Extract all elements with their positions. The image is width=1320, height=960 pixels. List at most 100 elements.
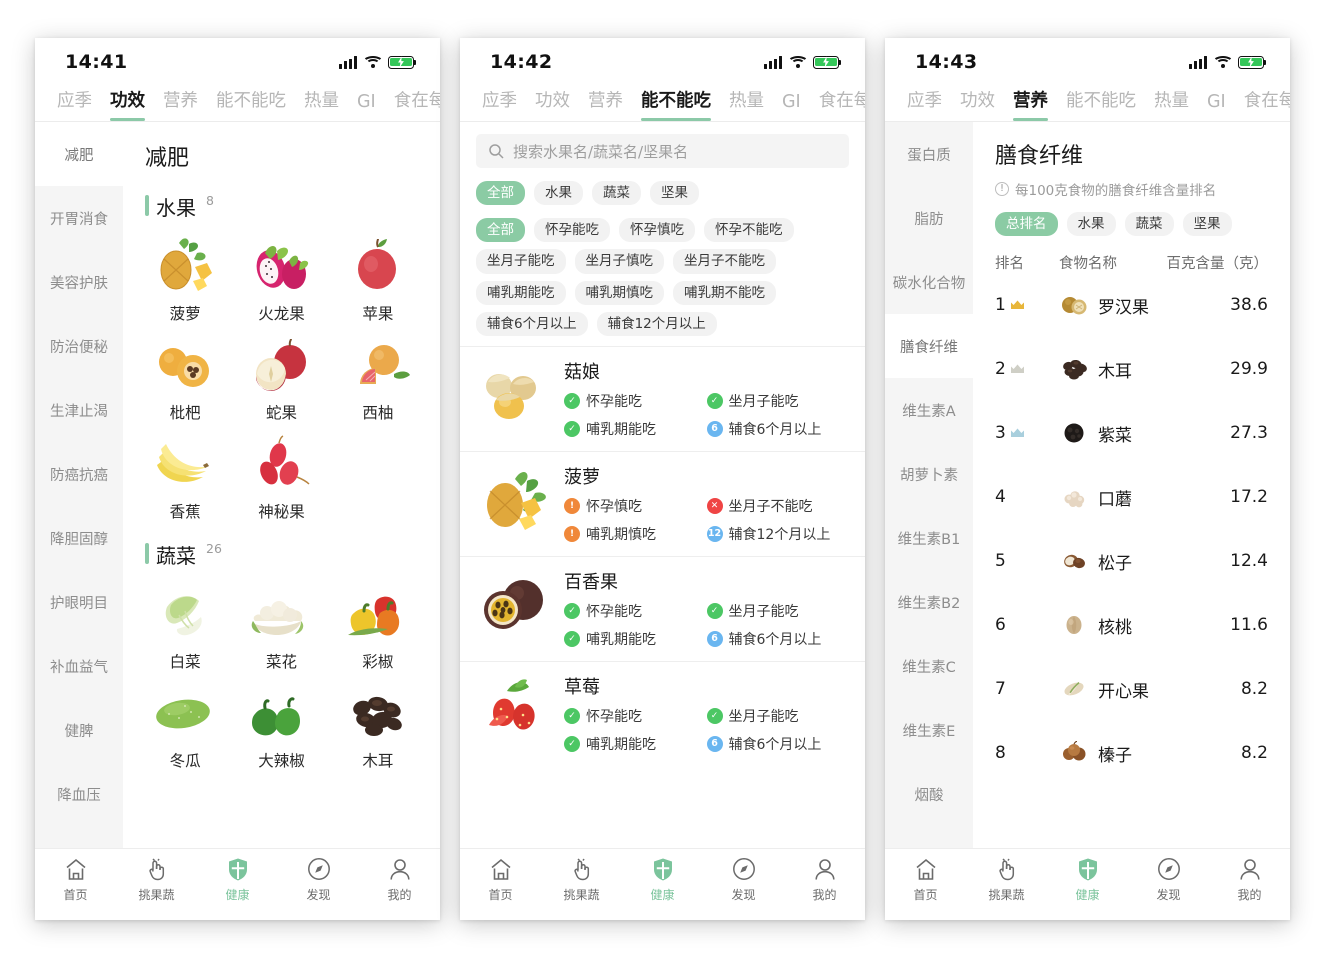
nav-item-discover[interactable]: 发现 [278,856,359,920]
chip-condition-pregnant-caution[interactable]: 怀孕慎吃 [619,218,695,243]
food-card[interactable]: 百香果 ✓ 怀孕能吃 ✓ 坐月子能吃 ✓ 哺乳期能吃 6 辅食6个月以上 [460,555,865,661]
grid-item[interactable]: 菠萝 [137,229,233,328]
tab-nengbunengchi[interactable]: 能不能吃 [1066,87,1136,121]
table-row[interactable]: 7 开心果 8.2 [973,657,1290,721]
category-chip-row[interactable]: 全部 水果 蔬菜 坚果 [460,176,865,206]
bottom-nav-bar[interactable]: 首页 挑果蔬 健康 发现 我的 [460,848,865,920]
tab-nengbunengchi[interactable]: 能不能吃 [216,87,286,121]
nav-item-profile[interactable]: 我的 [1209,856,1290,920]
tab-reliang[interactable]: 热量 [1154,87,1189,121]
nav-item-profile[interactable]: 我的 [359,856,440,920]
sidebar-item-vitamin-a[interactable]: 维生素A [885,378,973,442]
chip-vegetable[interactable]: 蔬菜 [1124,212,1174,237]
grid-item[interactable]: 菜花 [233,577,329,676]
grid-item[interactable]: 香蕉 [137,427,233,526]
ranking-chip-row[interactable]: 总排名 水果 蔬菜 坚果 [973,199,1290,237]
tab-gi[interactable]: GI [782,92,801,121]
sidebar-item-shengjinzhike[interactable]: 生津止渴 [35,378,123,442]
chip-condition-all[interactable]: 全部 [476,218,525,243]
chip-category-nut[interactable]: 坚果 [650,181,699,206]
chip-condition-postpartum-caution[interactable]: 坐月子慎吃 [574,249,664,274]
sidebar-item-huyanmingmu[interactable]: 护眼明目 [35,570,123,634]
tab-gi[interactable]: GI [357,92,376,121]
bottom-nav-bar[interactable]: 首页 挑果蔬 健康 发现 我的 [885,848,1290,920]
sidebar-item-jiangxueya[interactable]: 降血压 [35,762,123,826]
sidebar-item-vitamin-e[interactable]: 维生素E [885,698,973,762]
tab-gongxiao[interactable]: 功效 [110,87,145,121]
tab-shizaimeiri[interactable]: 食在每日 [394,87,440,121]
sidebar-item-fangzhibianmi[interactable]: 防治便秘 [35,314,123,378]
sidebar-item-carbohydrate[interactable]: 碳水化合物 [885,250,973,314]
search-bar[interactable]: 搜索水果名/蔬菜名/坚果名 [476,134,849,168]
tab-yingyang[interactable]: 营养 [163,87,198,121]
chip-condition-lactation-caution[interactable]: 哺乳期慎吃 [574,280,664,305]
sidebar-item-carotene[interactable]: 胡萝卜素 [885,442,973,506]
grid-item[interactable]: 枇杷 [137,328,233,427]
nav-item-profile[interactable]: 我的 [784,856,865,920]
tab-yingji[interactable]: 应季 [907,87,942,121]
nav-item-home[interactable]: 首页 [35,856,116,920]
sidebar-item-jianfei[interactable]: 减肥 [35,122,123,186]
sidebar-item-dietary-fiber[interactable]: 膳食纤维 [885,314,973,378]
sidebar-item-vitamin-b1[interactable]: 维生素B1 [885,506,973,570]
grid-item[interactable]: 白菜 [137,577,233,676]
top-tab-bar[interactable]: 应季 功效 营养 能不能吃 热量 GI 食在每日 [885,80,1290,122]
tab-yingji[interactable]: 应季 [57,87,92,121]
chip-condition-pregnant-no[interactable]: 怀孕不能吃 [704,218,794,243]
chip-total-ranking[interactable]: 总排名 [995,212,1058,237]
nutrient-sidebar[interactable]: 蛋白质 脂肪 碳水化合物 膳食纤维 维生素A 胡萝卜素 维生素B1 维生素B2 … [885,122,973,848]
nav-item-home[interactable]: 首页 [885,856,966,920]
sidebar-item-niacin[interactable]: 烟酸 [885,762,973,826]
nav-item-health[interactable]: 健康 [1047,856,1128,920]
grid-item[interactable]: 苹果 [330,229,426,328]
top-tab-bar[interactable]: 应季 功效 营养 能不能吃 热量 GI 食在每日 [35,80,440,122]
sidebar-item-protein[interactable]: 蛋白质 [885,122,973,186]
chip-condition-postpartum-no[interactable]: 坐月子不能吃 [673,249,776,274]
effect-sidebar[interactable]: 减肥 开胃消食 美容护肤 防治便秘 生津止渴 防癌抗癌 降胆固醇 护眼明目 补血… [35,122,123,848]
condition-chip-row[interactable]: 全部 怀孕能吃 怀孕慎吃 怀孕不能吃 坐月子能吃 坐月子慎吃 坐月子不能吃 哺乳… [460,205,865,336]
grid-item[interactable]: 大辣椒 [233,676,329,775]
chip-condition-baby-12m[interactable]: 辅食12个月以上 [596,311,717,336]
chip-condition-postpartum-ok[interactable]: 坐月子能吃 [476,249,566,274]
grid-item[interactable]: 彩椒 [330,577,426,676]
chip-category-all[interactable]: 全部 [476,181,525,206]
table-row[interactable]: 6 核桃 11.6 [973,593,1290,657]
food-card[interactable]: 菠萝 ! 怀孕慎吃 ✕ 坐月子不能吃 ! 哺乳期慎吃 12 辅食12个月以上 [460,450,865,556]
grid-item[interactable]: 神秘果 [233,427,329,526]
chip-condition-baby-6m[interactable]: 辅食6个月以上 [476,311,588,336]
grid-item[interactable]: 冬瓜 [137,676,233,775]
chip-condition-lactation-no[interactable]: 哺乳期不能吃 [673,280,776,305]
grid-item[interactable]: 蛇果 [233,328,329,427]
tab-nengbunengchi[interactable]: 能不能吃 [641,87,711,121]
nav-item-pick[interactable]: 挑果蔬 [541,856,622,920]
sidebar-item-jianpi[interactable]: 健脾 [35,698,123,762]
tab-gongxiao[interactable]: 功效 [535,87,570,121]
food-card[interactable]: 菇娘 ✓ 怀孕能吃 ✓ 坐月子能吃 ✓ 哺乳期能吃 6 辅食6个月以上 [460,345,865,451]
nav-item-discover[interactable]: 发现 [703,856,784,920]
table-row[interactable]: 4 口蘑 17.2 [973,465,1290,529]
tab-reliang[interactable]: 热量 [729,87,764,121]
nav-item-health[interactable]: 健康 [622,856,703,920]
tab-shizaimeiri[interactable]: 食在每日 [1244,87,1290,121]
tab-shizaimeiri[interactable]: 食在每日 [819,87,865,121]
tab-yingyang[interactable]: 营养 [588,87,623,121]
sidebar-item-vitamin-b2[interactable]: 维生素B2 [885,570,973,634]
nav-item-health[interactable]: 健康 [197,856,278,920]
tab-gi[interactable]: GI [1207,92,1226,121]
table-row[interactable]: 2 木耳 29.9 [973,337,1290,401]
table-row[interactable]: 8 榛子 8.2 [973,721,1290,785]
sidebar-item-vitamin-c[interactable]: 维生素C [885,634,973,698]
chip-fruit[interactable]: 水果 [1066,212,1116,237]
grid-item[interactable]: 西柚 [330,328,426,427]
sidebar-item-meironghufu[interactable]: 美容护肤 [35,250,123,314]
grid-item[interactable]: 火龙果 [233,229,329,328]
chip-nut[interactable]: 坚果 [1182,212,1232,237]
tab-yingji[interactable]: 应季 [482,87,517,121]
tab-yingyang[interactable]: 营养 [1013,87,1048,121]
tab-reliang[interactable]: 热量 [304,87,339,121]
chip-category-fruit[interactable]: 水果 [534,181,583,206]
nav-item-pick[interactable]: 挑果蔬 [116,856,197,920]
table-row[interactable]: 3 紫菜 27.3 [973,401,1290,465]
nav-item-discover[interactable]: 发现 [1128,856,1209,920]
chip-condition-pregnant-ok[interactable]: 怀孕能吃 [534,218,610,243]
